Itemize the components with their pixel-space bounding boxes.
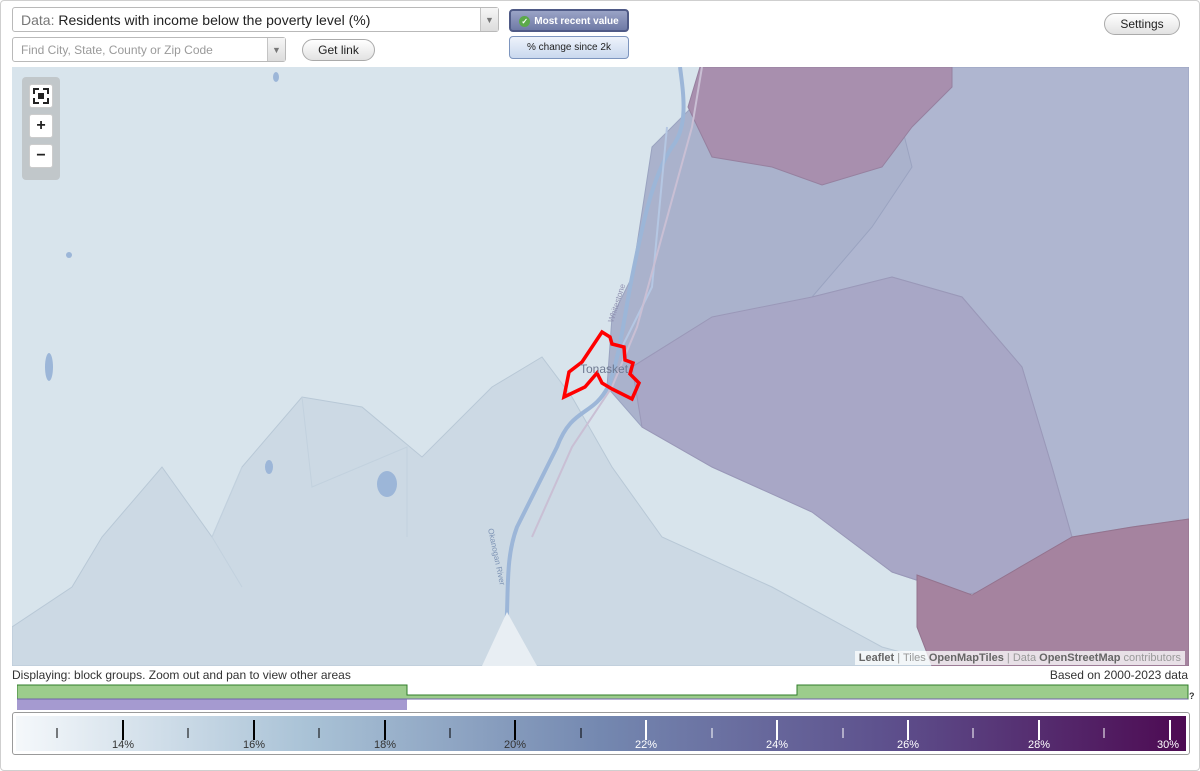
lake — [377, 471, 397, 497]
leaflet-link[interactable]: Leaflet — [859, 652, 894, 664]
minus-icon: − — [36, 147, 46, 164]
zoom-out-button[interactable]: − — [29, 144, 53, 168]
timeline-availability-line — [17, 684, 1189, 700]
chevron-down-icon[interactable]: ▼ — [267, 38, 285, 61]
settings-button[interactable]: Settings — [1104, 13, 1180, 35]
plus-icon: + — [36, 117, 46, 134]
map-view[interactable]: Tonasket Whitestone Okanogan River + − L… — [12, 67, 1189, 666]
check-icon: ✓ — [519, 15, 531, 27]
lake — [273, 72, 279, 82]
lake — [45, 353, 53, 381]
attribution-separator: | — [897, 652, 901, 664]
zoom-control: + − — [22, 77, 60, 180]
location-search-input[interactable] — [13, 38, 263, 61]
legend-tick-label: 16% — [242, 739, 266, 751]
data-value: Residents with income below the poverty … — [58, 12, 371, 28]
timeline-chart[interactable] — [17, 684, 1189, 712]
most-recent-value-button[interactable]: ✓ Most recent value — [509, 9, 629, 32]
legend-tick-label: 22% — [634, 739, 658, 751]
legend-tick-label: 24% — [765, 739, 789, 751]
fullscreen-icon — [33, 88, 49, 104]
timeline-help-icon[interactable]: ? — [1189, 691, 1195, 701]
location-search[interactable]: ▼ — [12, 37, 286, 62]
lake — [265, 460, 273, 474]
attribution-separator: | — [1006, 652, 1010, 664]
color-legend: 14% 16% 18% 20% 22% 24% 26% 28% 30% — [12, 712, 1190, 755]
legend-tick-label: 18% — [373, 739, 397, 751]
display-note: Displaying: block groups. Zoom out and p… — [12, 668, 351, 682]
legend-tick-label: 26% — [896, 739, 920, 751]
timeline-selected-range — [17, 699, 407, 710]
data-range-note: Based on 2000-2023 data — [1049, 668, 1188, 682]
attribution-tiles-prefix: Tiles — [902, 652, 926, 664]
openmaptiles-link[interactable]: OpenMapTiles — [929, 652, 1004, 664]
legend-gradient-bar — [16, 716, 1186, 751]
openstreetmap-link[interactable]: OpenStreetMap — [1039, 652, 1120, 664]
zoom-in-button[interactable]: + — [29, 114, 53, 138]
legend-tick-label: 14% — [111, 739, 135, 751]
attribution-data-prefix: Data — [1012, 652, 1037, 664]
most-recent-label: Most recent value — [534, 16, 619, 27]
get-link-button[interactable]: Get link — [302, 39, 375, 61]
map-canvas[interactable]: Tonasket Whitestone Okanogan River — [12, 67, 1189, 666]
percent-change-button[interactable]: % change since 2k — [509, 36, 629, 59]
legend-tick-label: 30% — [1156, 739, 1180, 751]
chevron-down-icon[interactable]: ▼ — [480, 8, 498, 31]
legend-tick-label: 20% — [503, 739, 527, 751]
attribution-suffix: contributors — [1123, 652, 1181, 664]
legend-gradient — [16, 716, 1186, 751]
place-label-tonasket: Tonasket — [580, 362, 629, 376]
data-label: Data: — [21, 12, 55, 28]
map-attribution: Leaflet | Tiles OpenMapTiles | Data Open… — [854, 651, 1185, 665]
lake — [66, 252, 72, 258]
legend-tick-label: 28% — [1027, 739, 1051, 751]
data-selector[interactable]: Data: Residents with income below the po… — [12, 7, 499, 32]
data-selector-label: Data: Residents with income below the po… — [21, 12, 370, 28]
fullscreen-button[interactable] — [29, 84, 53, 108]
